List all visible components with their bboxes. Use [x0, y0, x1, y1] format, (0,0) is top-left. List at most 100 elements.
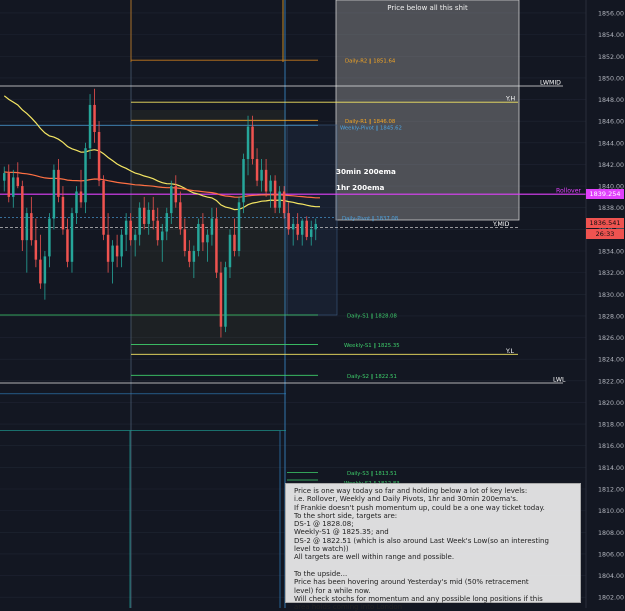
y-tick-label: 1810.00: [598, 508, 624, 515]
candle: [25, 207, 29, 273]
candle-body: [12, 177, 15, 197]
candle-body: [278, 191, 281, 208]
candle-body: [120, 234, 123, 257]
note-line: Price is one way today so far and holdin…: [294, 487, 528, 495]
y-tick-label: 1830.00: [598, 292, 624, 299]
candle-body: [192, 250, 196, 262]
candle: [84, 142, 87, 214]
note-line: DS-2 @ 1822.51 (which is also around Las…: [294, 536, 549, 545]
candle-body: [314, 223, 317, 230]
level-label: Daily-R2 ‖ 1851.64: [345, 59, 396, 65]
y-tick-label: 1812.00: [598, 486, 624, 493]
y-tick-label: 1816.00: [598, 443, 624, 450]
candle: [106, 213, 110, 273]
ema-label: 30min 200ema: [336, 167, 396, 176]
candle-body: [124, 220, 128, 235]
note-line: To the short side, targets are:: [294, 511, 398, 520]
candle: [66, 218, 69, 268]
candle: [124, 213, 128, 251]
key-level-label: Y.MID: [492, 221, 510, 228]
y-tick-label: 1802.00: [598, 595, 624, 602]
pivot-zone: [286, 124, 338, 316]
candle: [224, 261, 227, 333]
candle-body: [260, 169, 263, 181]
candle-body: [233, 234, 236, 251]
candle-body: [210, 218, 214, 235]
candle-body: [282, 191, 286, 214]
level-label: Daily-S2 ‖ 1822.51: [347, 374, 397, 380]
y-tick-label: 1804.00: [598, 573, 624, 580]
yesterday-range-zone: [131, 110, 286, 355]
candle-body: [151, 209, 155, 221]
candle-body: [133, 234, 137, 241]
level-label: Daily-S1 ‖ 1828.08: [347, 314, 398, 320]
candle: [43, 250, 47, 300]
note-line: Weekly-S1 @ 1825.35; and: [294, 528, 389, 537]
note-line: [294, 562, 572, 570]
candle-body: [161, 231, 164, 241]
candle-body: [97, 131, 101, 181]
candle: [30, 196, 33, 246]
price-tag: 26:33: [586, 229, 624, 240]
candle: [219, 261, 223, 338]
candle: [3, 166, 6, 192]
level-label: Weekly-S1 ‖ 1825.35: [344, 343, 400, 349]
candle-body: [21, 186, 24, 241]
candle-body: [106, 234, 110, 262]
candle-body: [269, 180, 272, 192]
note-line: To the upside...: [294, 569, 348, 578]
candle-body: [206, 234, 209, 243]
candle-body: [102, 180, 105, 235]
candle-body: [57, 169, 60, 197]
candle-body: [251, 126, 254, 160]
candle-body: [66, 229, 69, 262]
candle-body: [170, 186, 173, 214]
top-box-title: Price below all this shit: [387, 4, 468, 12]
y-tick-label: 1828.00: [598, 313, 624, 320]
candle-body: [219, 272, 223, 327]
candle: [57, 159, 60, 203]
candle-body: [3, 173, 6, 181]
candle-body: [174, 186, 178, 203]
y-tick-label: 1826.00: [598, 335, 624, 342]
candle-body: [291, 223, 295, 230]
candle-body: [70, 213, 74, 262]
candle-body: [111, 245, 114, 262]
analysis-note: Price is one way today so far and holdin…: [285, 483, 581, 611]
candle-body: [188, 250, 191, 262]
candle-body: [61, 196, 65, 230]
candle: [197, 218, 200, 257]
candle-body: [246, 126, 250, 160]
candle: [34, 218, 38, 268]
candle-body: [156, 220, 159, 241]
y-tick-label: 1844.00: [598, 140, 624, 147]
price-tag: 1839.254: [586, 189, 624, 200]
note-line: area holds coming into London: [294, 603, 403, 611]
candle-body: [115, 245, 119, 257]
candle-body: [30, 213, 33, 241]
y-tick-label: 1838.00: [598, 205, 624, 212]
candle-body: [48, 218, 51, 257]
key-level-label: Rollover: [556, 187, 581, 194]
level-label: Daily-R1 ‖ 1846.08: [345, 119, 396, 125]
level-label: Daily-S3 ‖ 1813.51: [347, 471, 397, 477]
y-tick-label: 1806.00: [598, 551, 624, 558]
y-tick-label: 1854.00: [598, 32, 624, 39]
candle: [52, 164, 56, 230]
y-tick-label: 1824.00: [598, 357, 624, 364]
candle-body: [309, 229, 313, 237]
candle: [70, 207, 74, 273]
candle-body: [215, 218, 218, 273]
candle-body: [16, 177, 20, 187]
candle-body: [165, 213, 169, 232]
note-line: Will check stochs for momentum and any p…: [294, 594, 543, 603]
y-tick-label: 1820.00: [598, 400, 624, 407]
candle-body: [273, 180, 277, 208]
candle-body: [201, 223, 205, 243]
candle-body: [79, 191, 83, 203]
candle: [115, 234, 119, 268]
note-line: If Frankie doesn't push momentum up, cou…: [294, 503, 545, 512]
y-tick-label: 1808.00: [598, 530, 624, 537]
candle-body: [75, 191, 78, 214]
y-tick-label: 1846.00: [598, 119, 624, 126]
